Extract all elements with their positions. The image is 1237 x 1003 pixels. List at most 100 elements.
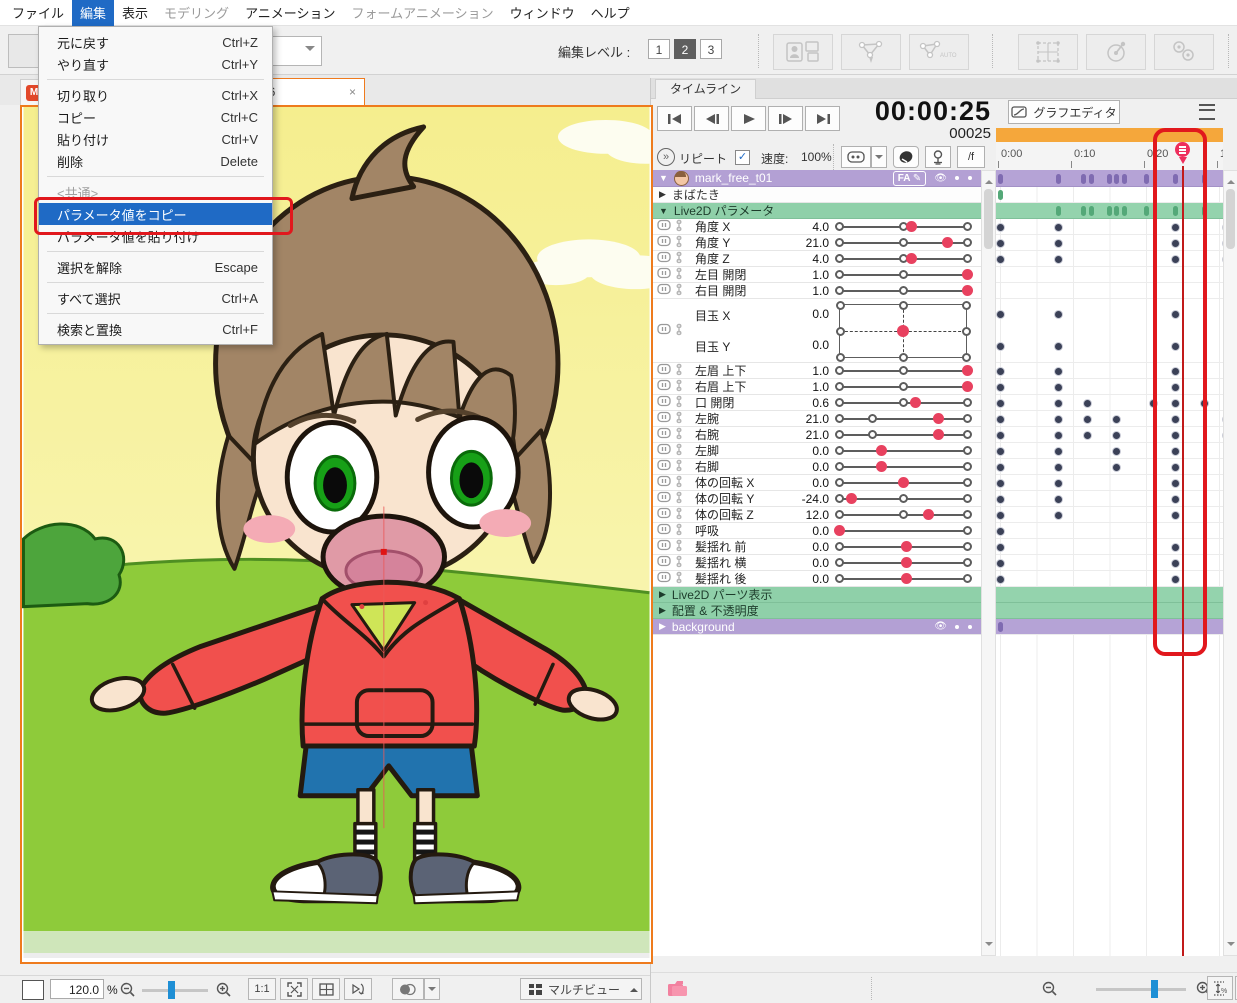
- keyframe-dot[interactable]: [997, 416, 1004, 423]
- keyframe-dot[interactable]: [1055, 343, 1062, 350]
- grid-scrollbar[interactable]: [1223, 170, 1237, 956]
- keyframe-segment[interactable]: [1107, 206, 1112, 216]
- previous-frame-button[interactable]: [694, 106, 729, 131]
- xy-pad[interactable]: [839, 304, 967, 358]
- timeline-zoom-slider[interactable]: [1096, 988, 1186, 991]
- slider-value-dot[interactable]: [906, 221, 917, 232]
- option-dot-icon[interactable]: [968, 176, 972, 180]
- link-icon[interactable]: [674, 539, 684, 555]
- keyframe-segment[interactable]: [1114, 174, 1119, 184]
- keyform-icon[interactable]: [657, 411, 671, 426]
- keyframe-row[interactable]: [996, 475, 1223, 491]
- param-slider[interactable]: [839, 395, 967, 410]
- track-row[interactable]: ▶まばたき: [651, 187, 981, 203]
- keyform-icon[interactable]: [657, 395, 671, 410]
- keyframe-dot[interactable]: [1055, 256, 1062, 263]
- edit-level-button-3[interactable]: 3: [700, 39, 722, 59]
- scroll-down-icon[interactable]: [1227, 942, 1235, 950]
- collapse-arrow-icon[interactable]: ▼: [659, 206, 668, 216]
- slider-value-dot[interactable]: [906, 253, 917, 264]
- param-slider[interactable]: [839, 523, 967, 538]
- slider-value-dot[interactable]: [898, 477, 909, 488]
- param-slider[interactable]: [839, 539, 967, 554]
- keyframe-segment[interactable]: [1173, 206, 1178, 216]
- param-slider[interactable]: [839, 507, 967, 522]
- playhead-marker[interactable]: [1175, 142, 1190, 168]
- link-icon[interactable]: [674, 411, 684, 427]
- param-row[interactable]: 体の回転 Z12.0: [651, 507, 981, 523]
- slider-value-dot[interactable]: [876, 445, 887, 456]
- keyform-icon[interactable]: [657, 379, 671, 394]
- keyframe-dot[interactable]: [1055, 480, 1062, 487]
- mesh-auto-button[interactable]: AUTO: [909, 34, 969, 70]
- folder-icon[interactable]: [667, 980, 689, 997]
- menubar-item[interactable]: 表示: [114, 0, 156, 26]
- hamburger-menu-icon[interactable]: [1199, 104, 1215, 120]
- keyform-icon[interactable]: [657, 251, 671, 266]
- slider-value-dot[interactable]: [962, 285, 973, 296]
- keyframe-dot[interactable]: [1084, 416, 1091, 423]
- keyframe-dot[interactable]: [997, 464, 1004, 471]
- keyframe-row[interactable]: [996, 507, 1223, 523]
- keyframe-row[interactable]: [996, 267, 1223, 283]
- keyframe-dot[interactable]: [997, 496, 1004, 503]
- link-icon[interactable]: [674, 523, 684, 539]
- keyframe-row[interactable]: [996, 170, 1223, 187]
- keyframe-dot[interactable]: [997, 343, 1004, 350]
- keyframe-segment[interactable]: [1107, 174, 1112, 184]
- param-row[interactable]: 髪揺れ 横0.0: [651, 555, 981, 571]
- option-dot-icon[interactable]: [955, 625, 959, 629]
- keyframe-row[interactable]: [996, 395, 1223, 411]
- keyform-icon[interactable]: [657, 491, 671, 506]
- eraser-tool-button[interactable]: [893, 146, 919, 168]
- work-area-bar[interactable]: [996, 128, 1223, 142]
- track-row[interactable]: ▼Live2D パラメータ: [651, 203, 981, 219]
- per-frame-button[interactable]: /f: [957, 146, 985, 168]
- link-icon[interactable]: [674, 283, 684, 299]
- keyframe-dot[interactable]: [1055, 368, 1062, 375]
- menubar-item[interactable]: ヘルプ: [583, 0, 638, 26]
- tab-timeline[interactable]: タイムライン: [655, 79, 756, 99]
- keyframe-row[interactable]: [996, 427, 1223, 443]
- slider-value-dot[interactable]: [901, 573, 912, 584]
- keyframe-row[interactable]: [996, 299, 1223, 363]
- keyform-icon[interactable]: [657, 267, 671, 282]
- param-slider[interactable]: [839, 235, 967, 250]
- menu-item[interactable]: やり直すCtrl+Y: [39, 53, 272, 75]
- keyframe-dot[interactable]: [1172, 560, 1179, 567]
- track-height-scale-button[interactable]: %: [1207, 976, 1233, 1000]
- keyframe-dot[interactable]: [1172, 448, 1179, 455]
- collapse-arrow-icon[interactable]: ▶: [659, 605, 666, 616]
- keyframe-dot[interactable]: [1172, 384, 1179, 391]
- keyframe-segment[interactable]: [998, 190, 1003, 200]
- keyframe-dot[interactable]: [1172, 343, 1179, 350]
- keyframe-dot[interactable]: [1172, 432, 1179, 439]
- keyform-icon[interactable]: [657, 235, 671, 250]
- timeline-zoom-slider-handle[interactable]: [1151, 980, 1158, 998]
- param-row[interactable]: 呼吸0.0: [651, 523, 981, 539]
- menubar-item[interactable]: フォームアニメーション: [344, 0, 502, 26]
- flip-view-button[interactable]: [344, 978, 372, 1000]
- keyframe-dot[interactable]: [997, 544, 1004, 551]
- slider-value-dot[interactable]: [933, 413, 944, 424]
- keyframe-dot[interactable]: [997, 528, 1004, 535]
- param-slider[interactable]: [839, 555, 967, 570]
- keyframe-dot[interactable]: [1172, 416, 1179, 423]
- keyframe-dot[interactable]: [1113, 432, 1120, 439]
- keyframe-dot[interactable]: [1172, 480, 1179, 487]
- param-slider[interactable]: [839, 283, 967, 298]
- param-row[interactable]: 左眉 上下1.0: [651, 363, 981, 379]
- keyframe-dot[interactable]: [1055, 432, 1062, 439]
- param-slider[interactable]: [839, 427, 967, 442]
- keyframe-dot[interactable]: [997, 576, 1004, 583]
- model-template-button[interactable]: [773, 34, 833, 70]
- visibility-eye-icon[interactable]: 👁: [934, 621, 947, 632]
- param-slider[interactable]: [839, 459, 967, 474]
- keyframe-dot[interactable]: [997, 368, 1004, 375]
- param-row[interactable]: 髪揺れ 後0.0: [651, 571, 981, 587]
- glue-button[interactable]: [1154, 34, 1214, 70]
- menubar-item[interactable]: モデリング: [156, 0, 237, 26]
- param-row[interactable]: 角度 X4.0: [651, 219, 981, 235]
- keyframe-dot[interactable]: [1113, 416, 1120, 423]
- keyframe-segment[interactable]: [1144, 174, 1149, 184]
